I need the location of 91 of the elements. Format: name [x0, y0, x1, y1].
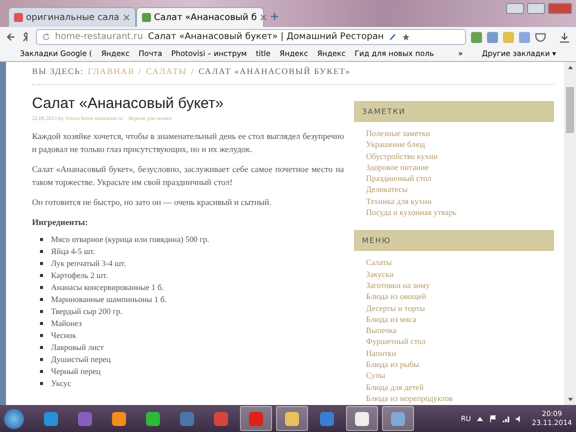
bullet-icon [40, 250, 43, 253]
plus-icon[interactable] [270, 12, 279, 21]
breadcrumb-separator: / [138, 66, 142, 76]
pocket-icon[interactable] [535, 32, 546, 42]
ingredient-item: Чеснок [51, 331, 76, 340]
breadcrumb-link[interactable]: САЛАТЫ [146, 66, 188, 76]
bullet-icon [40, 274, 43, 277]
article-paragraph: Он готовится не быстро, но зато он — очень красивый и сытный. [32, 196, 272, 208]
site-favicon-icon [142, 13, 151, 22]
maximize-icon[interactable] [527, 3, 545, 14]
ingredient-item: Яйца 4-5 шт. [51, 247, 96, 256]
signal-icon[interactable] [502, 414, 510, 422]
sidebar-link[interactable]: Блюда из овощей [366, 291, 542, 303]
flag-icon[interactable] [488, 414, 497, 422]
bullet-icon [40, 370, 43, 373]
ingredient-item: Лук репчатый 3-4 шт. [51, 259, 126, 268]
breadcrumb-separator: / [191, 66, 195, 76]
sidebar-link[interactable]: Выпечка [366, 325, 542, 336]
extension-icon[interactable] [487, 32, 498, 42]
bullet-icon [40, 382, 43, 385]
scroll-up-icon[interactable] [566, 65, 574, 70]
address-field[interactable]: home-restaurant.ru Салат «Ананасовый букет» | Домашний Ресторан [36, 29, 466, 45]
ingredient-item: Твердый сыр 200 гр. [51, 307, 122, 316]
ingredient-item: Маринованные шампиньоны 1 б. [51, 295, 167, 304]
extension-icon[interactable] [519, 32, 530, 42]
ingredient-item: Лавровый лист [51, 343, 104, 352]
close-icon[interactable] [260, 14, 267, 21]
taskbar-app[interactable] [346, 406, 378, 431]
ingredient-item: Майонез [51, 319, 82, 328]
breadcrumb-current: САЛАТ «АНАНАСОВЫЙ БУКЕТ» [198, 66, 351, 76]
article-paragraph: Каждой хозяйке хочется, чтобы в знаменательный день ее стол выглядел безупречно и радовал не только глаз присутствующих, но и их желудок. [32, 130, 344, 155]
reload-icon[interactable] [42, 33, 50, 41]
bullet-icon [40, 358, 43, 361]
bullet-icon [40, 238, 43, 241]
bullet-icon [40, 334, 43, 337]
browser-tab[interactable]: Салат «Ананасовый б [136, 7, 264, 27]
sidebar-link[interactable]: Блюда из морепродуктов [366, 392, 542, 404]
sidebar-link[interactable]: Фуршетный стол [366, 336, 542, 348]
ingredient-item: Картофель 2 шт. [51, 271, 108, 280]
more-bookmarks-button[interactable]: » [458, 48, 463, 58]
sidebar-link[interactable]: Салаты [366, 257, 542, 269]
scrollbar-thumb[interactable] [566, 87, 574, 133]
bullet-icon [40, 298, 43, 301]
bullet-icon [40, 262, 43, 265]
ingredient-item: Ананасы консервированные 1 б. [51, 283, 164, 292]
scrollbar[interactable] [564, 62, 576, 405]
ingredient-item: Мясо отварное (курица или говядина) 500 гр. [51, 235, 210, 244]
sidebar-link[interactable]: Здоровое питание [366, 162, 542, 174]
ingredient-item: Душистый перец [51, 355, 111, 364]
bullet-icon [40, 346, 43, 349]
download-icon[interactable] [559, 32, 570, 42]
caret-icon[interactable] [476, 414, 484, 422]
ingredient-item: Черный перец [51, 367, 100, 376]
ingredients-heading: Ингредиенты: [32, 216, 89, 226]
close-icon[interactable] [123, 14, 130, 21]
ingredient-item: Уксус [51, 379, 72, 388]
sidebar-link[interactable]: Супы [366, 370, 542, 382]
bullet-icon [40, 322, 43, 325]
sidebar-link[interactable]: Блюда из мяса [366, 314, 542, 326]
sidebar-link[interactable]: Десерты и торты [366, 302, 542, 314]
breadcrumb-link[interactable]: ГЛАВНАЯ [88, 66, 135, 76]
taskbar-app[interactable] [276, 406, 308, 431]
sidebar-link[interactable]: Техника для кухни [366, 196, 542, 208]
sidebar-link[interactable]: Закуски [366, 268, 542, 280]
sidebar-link[interactable]: Напитки [366, 348, 542, 360]
taskbar-app[interactable] [382, 406, 414, 431]
brush-icon[interactable] [388, 33, 397, 41]
sidebar-link[interactable]: Праздничный стол [366, 173, 542, 184]
sidebar-link[interactable]: Деликатесы [366, 184, 542, 196]
sidebar-link[interactable]: Обустройство кухни [366, 150, 542, 162]
sidebar-link[interactable]: Украшение блюд [366, 139, 542, 151]
start-button[interactable] [4, 408, 24, 428]
scroll-down-icon[interactable] [566, 397, 574, 402]
article-title: Салат «Ананасовый букет» [32, 95, 225, 112]
taskbar-app[interactable] [240, 406, 272, 431]
breadcrumb-label: ВЫ ЗДЕСЬ: [32, 66, 84, 76]
speaker-icon[interactable] [514, 414, 523, 422]
sidebar-link[interactable]: Полезные заметки [366, 128, 542, 140]
sidebar-link[interactable]: Блюда для детей [366, 382, 542, 393]
bullet-icon [40, 310, 43, 313]
sidebar-link[interactable]: Заготовки на зиму [366, 280, 542, 292]
star-icon[interactable] [402, 33, 410, 41]
article-paragraph: Салат «Ананасовый букет», безусловно, заслуживает себе самое почетное место на таком торжестве. Украсьте им свой праздничный стол! [32, 163, 344, 188]
sidebar-link[interactable]: Блюда из рыбы [366, 359, 542, 370]
minimize-icon[interactable] [506, 3, 524, 14]
back-arrow-icon[interactable] [6, 32, 16, 42]
browser-tab[interactable]: оригинальные сала [8, 7, 136, 27]
sidebar-link[interactable]: Посуда и кухонная утварь [366, 207, 542, 218]
bullet-icon [40, 286, 43, 289]
site-favicon-icon [14, 13, 23, 22]
extension-icon[interactable] [471, 32, 482, 42]
